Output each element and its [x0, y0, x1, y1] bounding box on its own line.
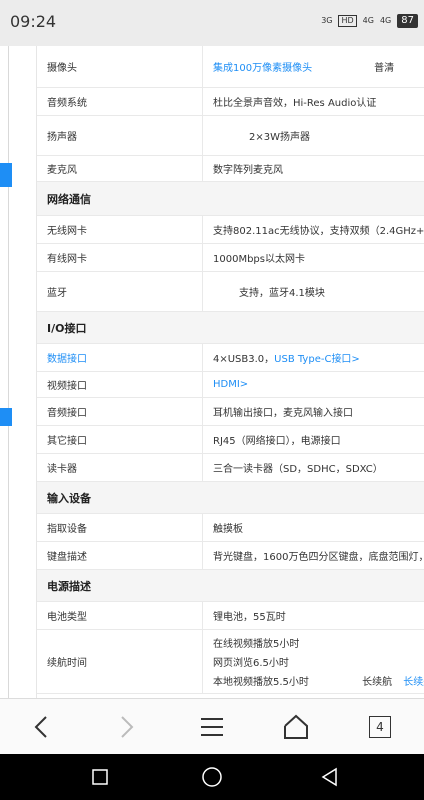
table-row: 键盘描述 背光键盘，1600万色四分区键盘，底盘范围灯，1.8: [37, 542, 424, 570]
network-3g-icon: 3G: [321, 17, 332, 25]
row-label: 读卡器: [37, 454, 203, 481]
row-label: 视频接口: [37, 372, 203, 397]
spec-table[interactable]: 摄像头 集成100万像素摄像头 普清 音频系统 杜比全景声音效，Hi-Res A…: [36, 46, 424, 698]
row-label: 麦克风: [37, 156, 203, 181]
network-label: 4G: [362, 16, 374, 25]
back-button[interactable]: [12, 699, 72, 755]
network-label: 3G: [321, 16, 333, 25]
row-value: 支持，蓝牙4.1模块: [239, 288, 325, 299]
table-row: 麦克风 数字阵列麦克风: [37, 156, 424, 182]
network-label: 4G: [379, 16, 392, 25]
tabs-button[interactable]: 4: [350, 699, 410, 755]
row-label: 续航时间: [37, 630, 203, 693]
section-header: 网络通信: [37, 182, 424, 216]
data-port-text: 4×USB3.0，: [213, 354, 275, 365]
table-row: 续航时间 在线视频播放5小时 网页浏览6.5小时 本地视频播放5.5小时 长续航…: [37, 630, 424, 694]
table-row: 其它接口 RJ45（网络接口），电源接口: [37, 426, 424, 454]
row-value: 背光键盘，1600万色四分区键盘，底盘范围灯，1.8: [213, 552, 424, 563]
row-value: HDMI>: [203, 372, 424, 397]
table-row: 扬声器 2×3W扬声器: [37, 116, 424, 156]
row-label: 音频接口: [37, 398, 203, 425]
row-value: 耳机输出接口，麦克风输入接口: [213, 408, 353, 419]
battery-life-text: 本地视频播放5.5小时: [213, 677, 309, 688]
battery-life-line: 本地视频播放5.5小时 长续航 长续航笔: [213, 673, 424, 688]
home-button[interactable]: [266, 699, 326, 755]
table-row: 电池类型 锂电池，55瓦时: [37, 602, 424, 630]
table-row: 有线网卡 1000Mbps以太网卡: [37, 244, 424, 272]
menu-button[interactable]: [182, 699, 242, 755]
clock: 09:24: [10, 12, 57, 31]
hdmi-link[interactable]: HDMI>: [213, 379, 248, 390]
long-battery-link[interactable]: 长续航笔: [403, 677, 424, 688]
row-label: 音频系统: [37, 88, 203, 115]
menu-icon: [201, 718, 223, 736]
row-label: 电池类型: [37, 602, 203, 629]
row-label[interactable]: 数据接口: [37, 344, 203, 371]
home-icon: [284, 714, 308, 739]
table-row: 音频系统 杜比全景声音效，Hi-Res Audio认证: [37, 88, 424, 116]
table-row: 视频接口 HDMI>: [37, 372, 424, 398]
browser-toolbar: 4: [0, 698, 424, 754]
status-bar: 09:24 3G HD 4G 4G 87: [0, 0, 424, 46]
system-home-button[interactable]: [182, 754, 242, 800]
row-label: 扬声器: [37, 116, 203, 155]
section-header: I/O接口: [37, 312, 424, 344]
row-label: 指取设备: [37, 514, 203, 541]
row-value: 集成100万像素摄像头 普清: [203, 46, 424, 87]
system-back-button[interactable]: [300, 754, 360, 800]
row-value: RJ45（网络接口），电源接口: [213, 436, 341, 447]
forward-button[interactable]: [96, 699, 156, 755]
network-4g-icon: 4G: [363, 17, 374, 25]
sidebar-marker[interactable]: [0, 163, 12, 187]
tabs-count: 4: [369, 716, 391, 738]
recents-button[interactable]: [70, 754, 130, 800]
sidebar-marker-2[interactable]: [0, 408, 12, 426]
section-header: 电源描述: [37, 570, 424, 602]
row-label: 蓝牙: [37, 272, 203, 311]
row-value: 4×USB3.0， USB Type-C接口>: [203, 344, 424, 371]
row-label: 键盘描述: [37, 542, 203, 569]
circle-icon: [202, 767, 222, 787]
battery-icon: 87: [397, 14, 418, 28]
camera-quality: 普清: [374, 63, 395, 74]
network-4g-icon-2: 4G: [380, 17, 391, 25]
sidebar-track: [8, 46, 9, 698]
usb-typec-link[interactable]: USB Type-C接口>: [274, 350, 360, 365]
row-value: 1000Mbps以太网卡: [213, 254, 305, 265]
forward-chevron-icon: [121, 716, 134, 738]
table-row: 指取设备 触摸板: [37, 514, 424, 542]
section-header: 输入设备: [37, 482, 424, 514]
row-value: 2×3W扬声器: [249, 132, 310, 143]
row-label: 有线网卡: [37, 244, 203, 271]
hd-icon: HD: [338, 15, 357, 27]
row-label: 摄像头: [37, 46, 203, 87]
table-row: 蓝牙 支持，蓝牙4.1模块: [37, 272, 424, 312]
table-row: 读卡器 三合一读卡器（SD，SDHC，SDXC）: [37, 454, 424, 482]
row-value: 触摸板: [213, 524, 243, 535]
row-value: 三合一读卡器（SD，SDHC，SDXC）: [213, 464, 383, 475]
row-value: 杜比全景声音效，Hi-Res Audio认证: [213, 98, 377, 109]
table-row: 音频接口 耳机输出接口，麦克风输入接口: [37, 398, 424, 426]
row-value: 支持802.11ac无线协议，支持双频（2.4GHz+5GHz: [213, 226, 424, 237]
battery-life-line: 在线视频播放5小时: [213, 639, 300, 650]
battery-life-line: 网页浏览6.5小时: [213, 658, 289, 669]
row-value: 数字阵列麦克风: [213, 165, 283, 176]
row-label: 其它接口: [37, 426, 203, 453]
row-value: 锂电池，55瓦时: [213, 612, 286, 623]
anchor-sidebar[interactable]: [0, 46, 36, 698]
square-icon: [92, 769, 108, 785]
camera-link[interactable]: 集成100万像素摄像头: [213, 59, 312, 74]
row-value: 在线视频播放5小时 网页浏览6.5小时 本地视频播放5.5小时 长续航 长续航笔: [203, 630, 424, 693]
table-row: 无线网卡 支持802.11ac无线协议，支持双频（2.4GHz+5GHz: [37, 216, 424, 244]
battery-life-tag: 长续航: [362, 677, 393, 688]
system-nav-bar: [0, 754, 424, 800]
back-chevron-icon: [34, 716, 47, 738]
table-row: 数据接口 4×USB3.0， USB Type-C接口>: [37, 344, 424, 372]
row-label: 无线网卡: [37, 216, 203, 243]
table-row: 摄像头 集成100万像素摄像头 普清: [37, 46, 424, 88]
triangle-back-icon: [321, 767, 337, 787]
status-icons: 3G HD 4G 4G 87: [321, 14, 418, 28]
